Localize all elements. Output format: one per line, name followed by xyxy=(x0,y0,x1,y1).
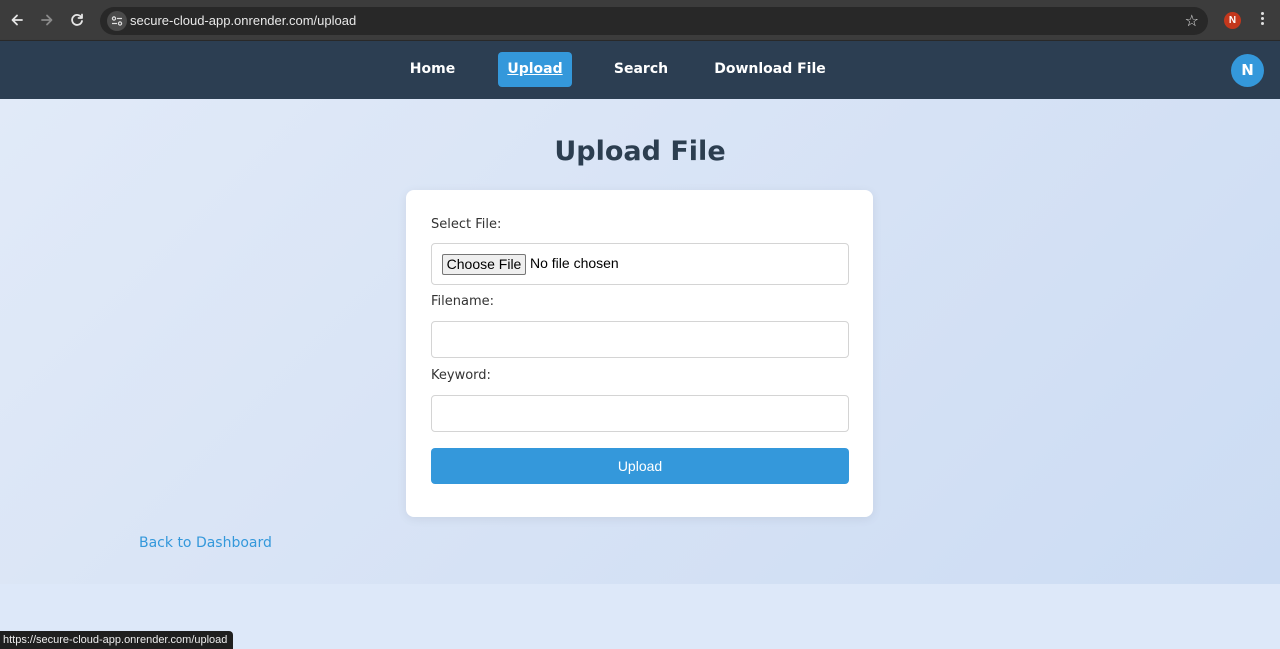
nav-download-file-link[interactable]: Download File xyxy=(710,52,830,87)
site-info-tune-icon[interactable] xyxy=(107,11,127,31)
upload-form-card: Select File: Choose File No file chosen … xyxy=(406,190,873,517)
kebab-menu-icon[interactable] xyxy=(1256,10,1268,30)
address-bar[interactable]: secure-cloud-app.onrender.com/upload ☆ xyxy=(100,7,1208,35)
app-navbar: Home Upload Search Download File N xyxy=(0,41,1280,99)
nav-upload-link[interactable]: Upload xyxy=(498,52,572,87)
upload-submit-button[interactable]: Upload xyxy=(431,448,849,484)
link-status-bubble: https://secure-cloud-app.onrender.com/up… xyxy=(0,631,234,649)
back-to-dashboard-link[interactable]: Back to Dashboard xyxy=(139,535,272,551)
bookmark-star-icon[interactable]: ☆ xyxy=(1185,11,1199,31)
nav-search-link[interactable]: Search xyxy=(606,52,676,87)
page-title: Upload File xyxy=(554,136,726,167)
select-file-label: Select File: xyxy=(431,217,502,232)
file-input-field: Choose File No file chosen xyxy=(431,243,849,285)
nav-home-link[interactable]: Home xyxy=(400,52,465,87)
browser-profile-avatar[interactable]: N xyxy=(1224,12,1241,29)
file-status-text: No file chosen xyxy=(530,255,619,271)
filename-label: Filename: xyxy=(431,294,495,309)
reload-icon[interactable] xyxy=(67,10,87,30)
keyword-field-wrapper xyxy=(431,395,849,432)
main-content: Upload File Select File: Choose File No … xyxy=(0,99,1280,584)
filename-input[interactable] xyxy=(432,322,848,357)
keyword-label: Keyword: xyxy=(431,368,491,383)
user-avatar[interactable]: N xyxy=(1231,54,1264,87)
filename-field-wrapper xyxy=(431,321,849,358)
forward-arrow-icon[interactable] xyxy=(37,10,57,30)
browser-toolbar: secure-cloud-app.onrender.com/upload ☆ N xyxy=(0,0,1280,41)
keyword-input[interactable] xyxy=(432,396,848,431)
choose-file-button[interactable]: Choose File xyxy=(442,254,526,275)
back-arrow-icon[interactable] xyxy=(7,10,27,30)
url-text[interactable]: secure-cloud-app.onrender.com/upload xyxy=(130,13,356,28)
